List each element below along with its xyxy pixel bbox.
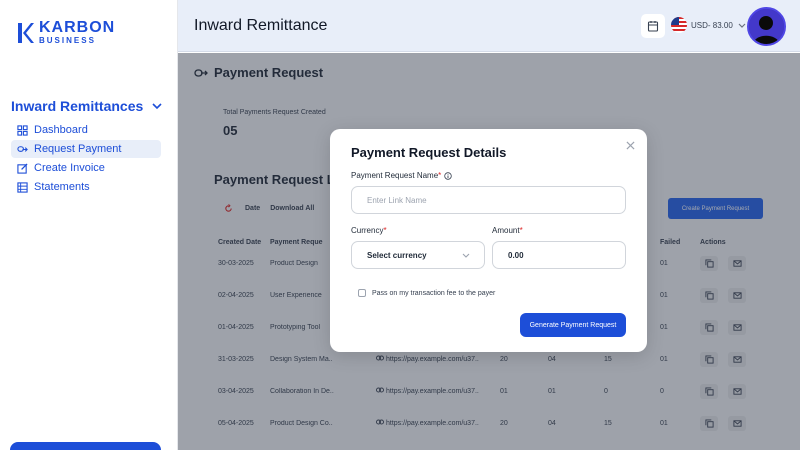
currency-label-text: Currency — [351, 226, 384, 235]
generate-payment-request-button[interactable]: Generate Payment Request — [520, 313, 626, 337]
fee-checkbox[interactable] — [358, 289, 366, 297]
amount-field-label: Amount * — [492, 226, 523, 235]
sidebar-item-dashboard[interactable]: Dashboard — [11, 121, 161, 139]
amount-label-text: Amount — [492, 226, 520, 235]
topbar: Inward Remittance USD- 83.00 — [178, 0, 800, 52]
us-flag-icon — [671, 17, 687, 33]
nav-section-label: Inward Remittances — [11, 98, 144, 114]
name-label-text: Payment Request Name — [351, 171, 439, 180]
chevron-down-icon — [738, 23, 746, 28]
required-marker: * — [519, 226, 523, 235]
edit-icon — [17, 162, 28, 174]
currency-select-value: Select currency — [367, 250, 427, 260]
currency-select[interactable]: Select currency — [351, 241, 485, 269]
payment-request-modal: Payment Request Details Payment Request … — [330, 129, 647, 352]
calendar-button[interactable] — [641, 14, 665, 38]
close-icon[interactable] — [626, 141, 635, 150]
payment-request-name-input[interactable]: Enter Link Name — [351, 186, 626, 214]
sidebar-bottom-button[interactable] — [10, 442, 161, 450]
link-request-icon — [17, 145, 28, 152]
sidebar-nav: Dashboard Request Payment Create Invoice… — [11, 121, 161, 197]
calendar-icon — [647, 21, 659, 32]
avatar[interactable] — [747, 7, 786, 46]
user-avatar-icon — [749, 9, 784, 44]
karbon-logo-icon — [18, 22, 34, 43]
currency-rate: USD- 83.00 — [691, 20, 733, 30]
currency-selector[interactable]: USD- 83.00 — [671, 17, 746, 33]
info-icon[interactable] — [444, 171, 452, 180]
nav-section-inward-remittances[interactable]: Inward Remittances — [11, 98, 163, 114]
brand-name: KARBON — [39, 19, 116, 36]
fee-checkbox-label: Pass on my transaction fee to the payer — [372, 289, 496, 297]
amount-input[interactable]: 0.00 — [492, 241, 626, 269]
sidebar-item-statements[interactable]: Statements — [11, 178, 161, 196]
brand-sub: BUSINESS — [39, 36, 96, 45]
sidebar: KARBON BUSINESS Inward Remittances Dashb… — [0, 0, 178, 450]
chevron-down-icon — [152, 103, 162, 110]
sidebar-item-request-payment[interactable]: Request Payment — [11, 140, 161, 158]
sidebar-item-label: Statements — [34, 181, 90, 193]
sidebar-item-label: Request Payment — [34, 143, 122, 155]
sidebar-item-label: Dashboard — [34, 124, 88, 136]
currency-field-label: Currency * — [351, 226, 387, 235]
required-marker: * — [383, 226, 387, 235]
grid-icon — [17, 124, 28, 136]
required-marker: * — [438, 171, 442, 180]
sidebar-item-label: Create Invoice — [34, 162, 105, 174]
modal-title: Payment Request Details — [351, 145, 507, 160]
name-field-label: Payment Request Name * — [351, 171, 452, 180]
fee-checkbox-row[interactable]: Pass on my transaction fee to the payer — [358, 289, 495, 297]
brand-logo[interactable]: KARBON BUSINESS — [16, 20, 115, 45]
sidebar-item-create-invoice[interactable]: Create Invoice — [11, 159, 161, 177]
page-title: Inward Remittance — [194, 17, 328, 34]
chevron-down-icon — [462, 253, 470, 258]
list-icon — [17, 181, 28, 193]
